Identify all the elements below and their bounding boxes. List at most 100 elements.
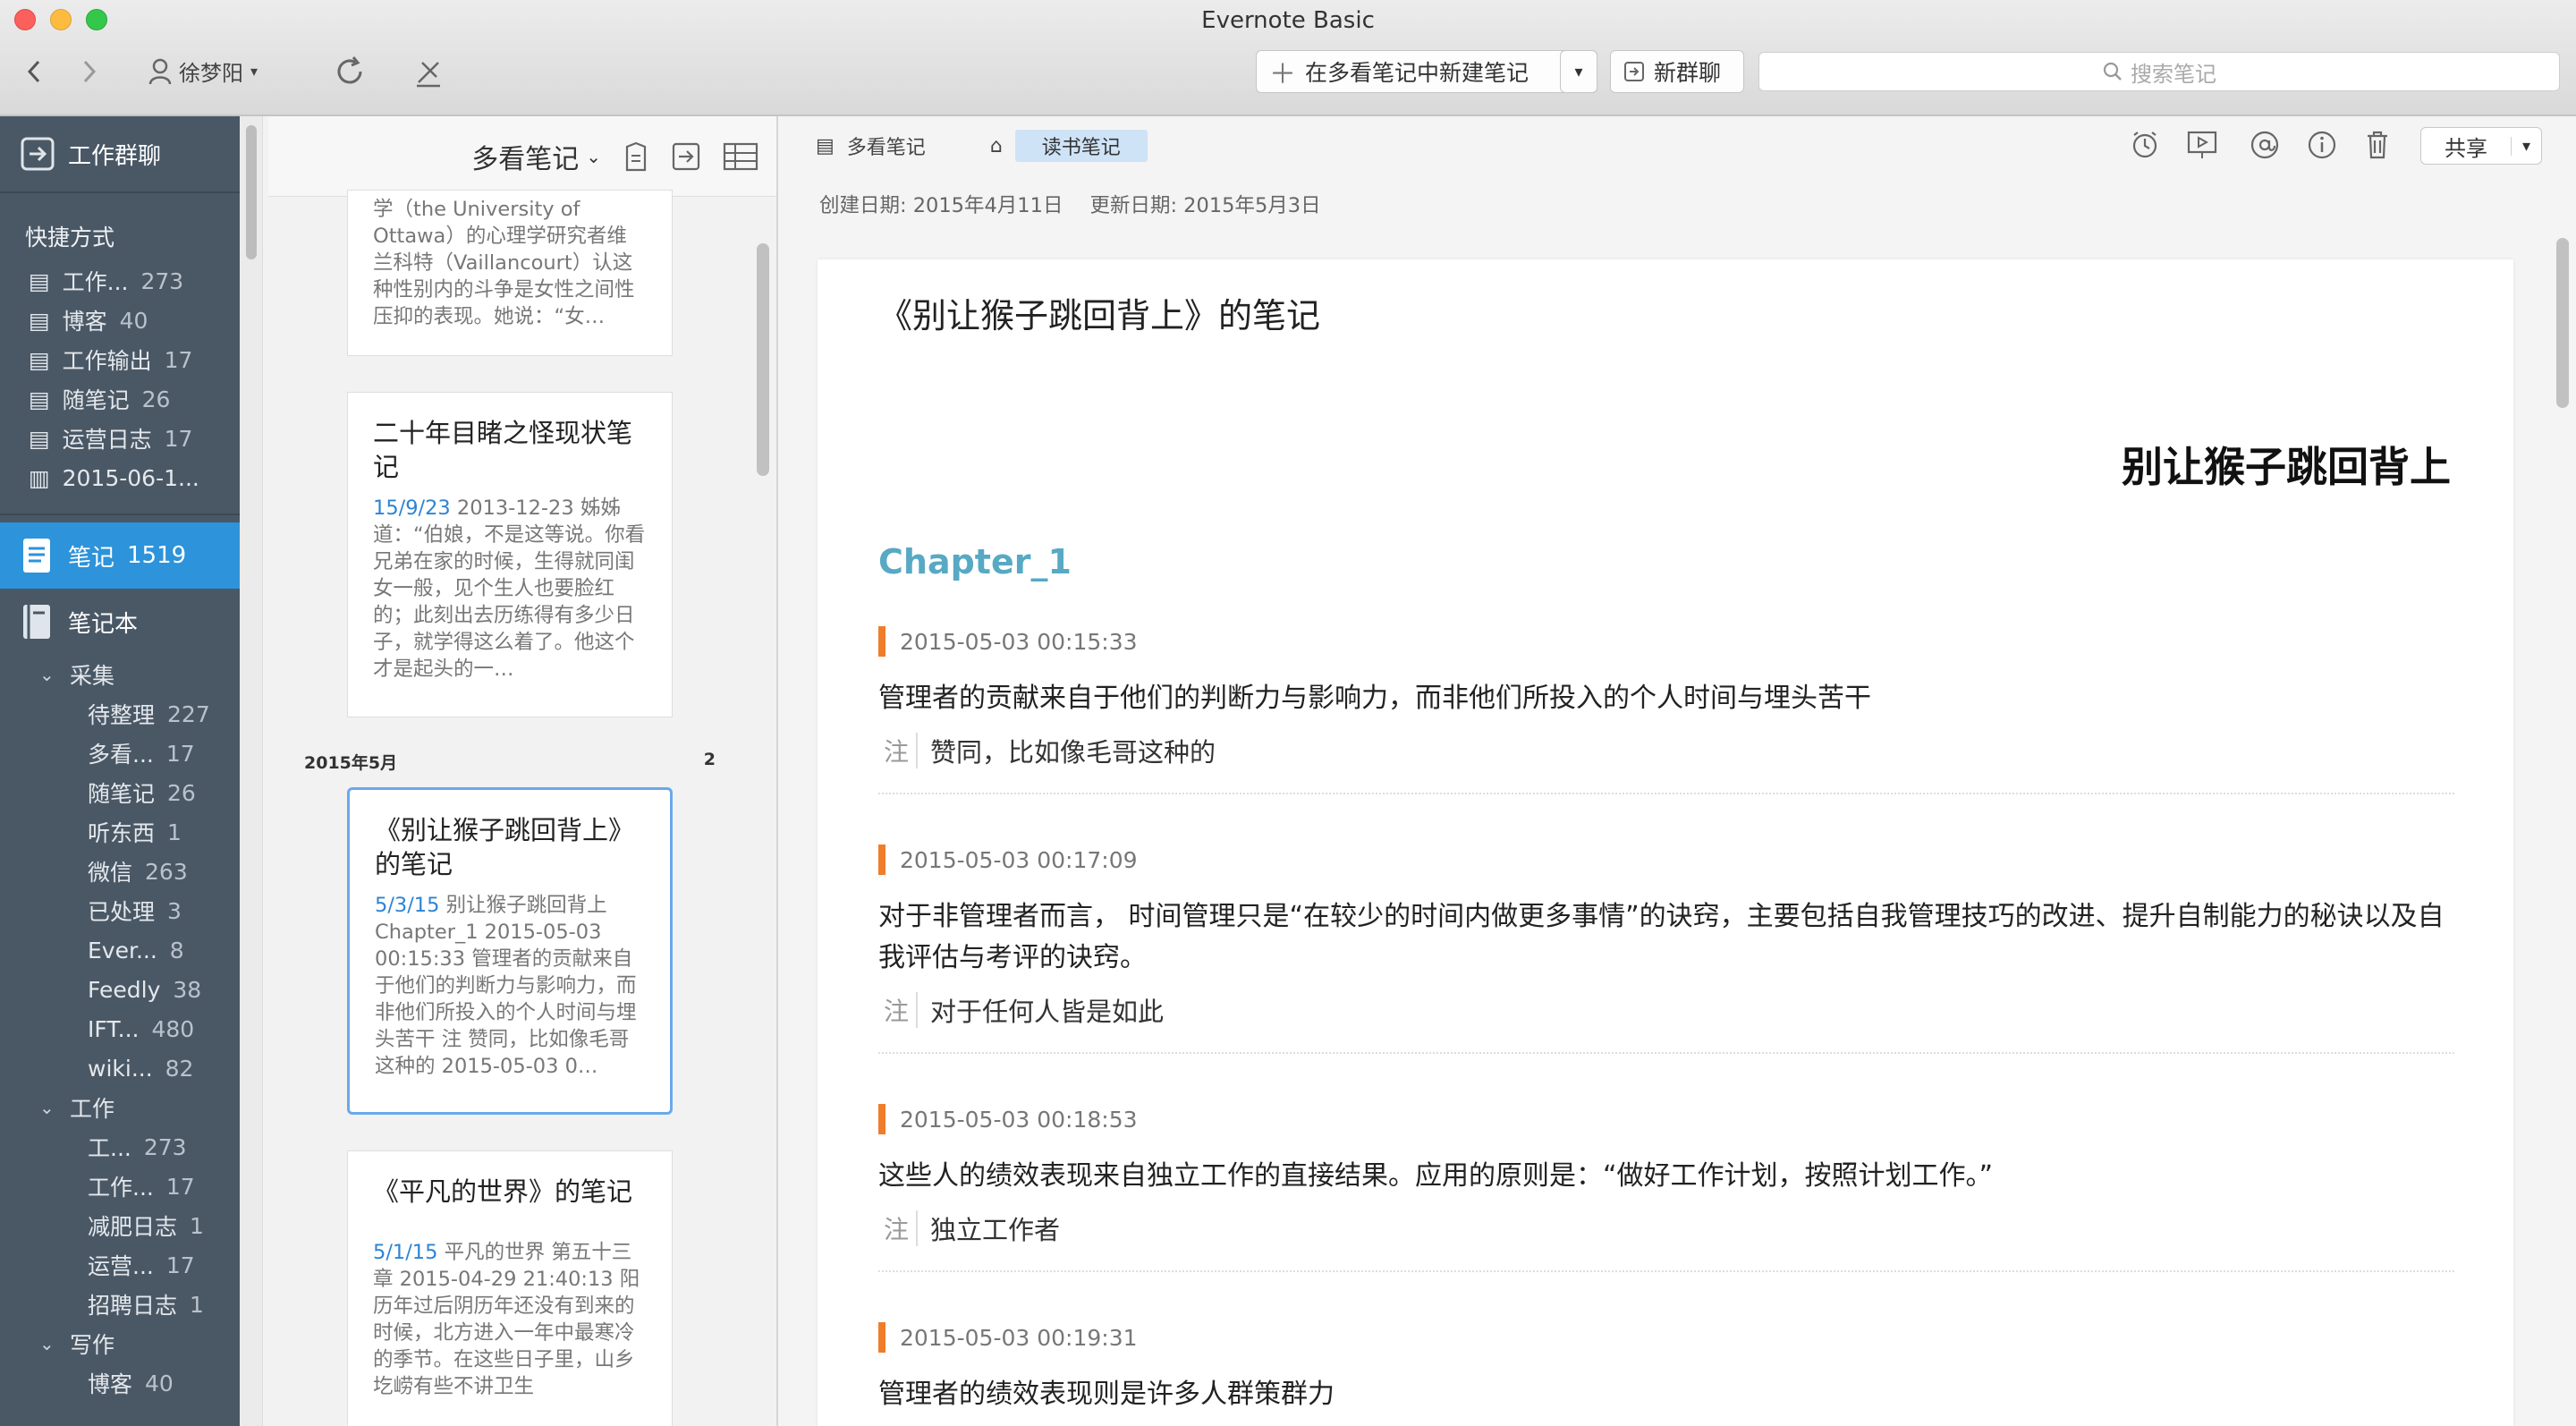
book-title: 别让猴子跳回背上 <box>2122 443 2451 491</box>
notebook-stack-work[interactable]: ⌄ 工作 <box>0 1088 240 1127</box>
notebook-icon: ▤ <box>29 267 50 294</box>
notebook-item[interactable]: 工... 273 <box>0 1127 240 1167</box>
sidebar-item-notes[interactable]: 笔记 1519 <box>0 522 240 589</box>
sync-icon[interactable] <box>331 54 369 89</box>
note-card[interactable]: 二十年目睹之怪现状笔记 15/9/23 2013-12-23 姊姊道：“伯娘，不… <box>347 392 673 717</box>
highlight-marker <box>878 1104 886 1134</box>
shortcut-count: 273 <box>140 267 184 294</box>
trash-icon[interactable] <box>2360 127 2395 163</box>
search-icon <box>2103 62 2122 81</box>
note-scrollbar-thumb[interactable] <box>2556 238 2569 408</box>
presentation-icon[interactable] <box>2184 127 2220 163</box>
new-chat-button[interactable]: 新群聊 <box>1610 50 1744 93</box>
note-card[interactable]: 《平凡的世界》的笔记 5/1/15 平凡的世界 第五十三章 2015-04-29… <box>347 1150 673 1426</box>
highlight-entry: 2015-05-03 00:15:33 管理者的贡献来自于他们的判断力与影响力，… <box>878 626 2454 794</box>
note-card-text: 学（the University of Ottawa）的心理学研究者维兰科特（V… <box>373 198 635 328</box>
highlight-marker <box>878 626 886 657</box>
shortcut-item[interactable]: ▤ 工作... 273 <box>0 261 240 301</box>
notebook-item[interactable]: 多看... 17 <box>0 734 240 773</box>
notebook-label: 博客 <box>88 1371 133 1397</box>
notebook-item[interactable]: 待整理 227 <box>0 694 240 734</box>
info-icon[interactable] <box>2304 127 2340 163</box>
notebook-item[interactable]: IFT... 480 <box>0 1009 240 1048</box>
title-bar: Evernote Basic 徐梦阳 ▾ ＋ 在多看笔记中新建笔记 ▾ 新群聊 … <box>0 0 2576 116</box>
note-list-scrollbar-thumb[interactable] <box>757 243 769 476</box>
notebook-item[interactable]: Ever... 8 <box>0 930 240 970</box>
note-dates: 创建日期: 2015年4月11日 更新日期: 2015年5月3日 <box>819 190 1321 218</box>
created-date: 创建日期: 2015年4月11日 <box>819 194 1063 217</box>
share-notebook-icon[interactable] <box>671 141 701 172</box>
month-divider: 2015年5月 2 <box>304 750 716 774</box>
notebook-item[interactable]: wiki... 82 <box>0 1048 240 1088</box>
forward-icon[interactable] <box>73 54 106 89</box>
shortcut-item[interactable]: ▤ 随笔记 26 <box>0 379 240 419</box>
shortcut-label: 运营日志 <box>62 427 152 453</box>
notebook-icon: ▤ <box>816 134 835 157</box>
notebook-item[interactable]: 运营... 17 <box>0 1245 240 1285</box>
note-card-title: 《平凡的世界》的笔记 <box>373 1176 633 1207</box>
sidebar-scrollbar[interactable] <box>240 116 263 1426</box>
notebook-item[interactable]: 听东西 1 <box>0 812 240 852</box>
notebook-item[interactable]: 已处理 3 <box>0 891 240 930</box>
notebook-selector[interactable]: 多看笔记 ⌄ <box>471 137 601 176</box>
notebook-item[interactable]: 招聘日志 1 <box>0 1285 240 1324</box>
mention-icon[interactable] <box>2247 127 2283 163</box>
account-menu[interactable]: 徐梦阳 ▾ <box>148 55 258 87</box>
sidebar: 工作群聊 快捷方式 ▤ 工作... 273 ▤ 博客 40 ▤ 工作输出 17 ▤ 随笔记 26… <box>0 116 240 1426</box>
window-title: Evernote Basic <box>1201 7 1375 34</box>
notebook-item[interactable]: 减肥日志 1 <box>0 1206 240 1245</box>
scrollbar-thumb[interactable] <box>246 125 257 259</box>
divider <box>878 1052 2454 1054</box>
sidebar-item-notebooks[interactable]: 笔记本 <box>0 589 240 655</box>
notebook-count: 480 <box>151 1015 195 1042</box>
notebook-label: Ever... <box>88 937 157 963</box>
chevron-down-icon: ⌄ <box>39 1333 55 1354</box>
notebook-stack-writing[interactable]: ⌄ 写作 <box>0 1324 240 1363</box>
note-tag[interactable]: 读书笔记 <box>1014 130 1148 162</box>
shortcut-item[interactable]: ▤ 博客 40 <box>0 301 240 340</box>
notebook-stack-collect[interactable]: ⌄ 采集 <box>0 655 240 694</box>
note-card-snippet: 5/1/15 平凡的世界 第五十三章 2015-04-29 21:40:13 阳… <box>373 1239 647 1400</box>
work-chat-item[interactable]: 工作群聊 <box>0 116 240 191</box>
month-label: 2015年5月 <box>304 753 398 773</box>
new-note-button[interactable]: ＋ 在多看笔记中新建笔记 <box>1256 50 1597 93</box>
reminder-icon[interactable] <box>2127 127 2163 163</box>
shortcut-item[interactable]: ▥ 2015-06-1... <box>0 458 240 497</box>
share-button[interactable]: 共享 ▾ <box>2420 127 2542 165</box>
note-title[interactable]: 《别让猴子跳回背上》的笔记 <box>878 288 1320 337</box>
notebook-item[interactable]: 随笔记 26 <box>0 773 240 812</box>
notebook-icon: ▤ <box>29 346 50 373</box>
entry-note: 赞同，比如像毛哥这种的 <box>930 737 1216 768</box>
notebook-item[interactable]: 工作... 17 <box>0 1167 240 1206</box>
notebook-count: 227 <box>167 700 210 727</box>
chapter-heading: Chapter_1 <box>878 542 1072 581</box>
notebook-item[interactable]: 博客 40 <box>0 1363 240 1403</box>
chevron-down-icon[interactable]: ▾ <box>2511 136 2541 156</box>
view-options-icon[interactable] <box>723 142 758 171</box>
notebook-count: 8 <box>169 937 184 963</box>
tag-icon[interactable]: ⌂ <box>990 135 1003 157</box>
notebook-item[interactable]: 微信 263 <box>0 852 240 891</box>
share-label: 共享 <box>2445 135 2487 161</box>
notebook-icon: ▤ <box>29 386 50 412</box>
notebook-item[interactable]: Feedly 38 <box>0 970 240 1009</box>
shortcut-label: 2015-06-1... <box>62 464 199 491</box>
shortcut-item[interactable]: ▤ 运营日志 17 <box>0 419 240 458</box>
back-icon[interactable] <box>18 54 50 89</box>
search-input[interactable]: 搜索笔记 <box>1758 52 2560 91</box>
divider <box>878 1270 2454 1272</box>
note-notebook-link[interactable]: 多看笔记 <box>847 132 926 160</box>
notebook-info-icon[interactable] <box>623 141 649 172</box>
notebook-label: 微信 <box>88 860 133 886</box>
notes-label: 笔记 <box>68 544 115 572</box>
note-card-selected[interactable]: 《别让猴子跳回背上》的笔记 5/3/15 别让猴子跳回背上 Chapter_1 … <box>347 787 673 1115</box>
note-card[interactable]: 学（the University of Ottawa）的心理学研究者维兰科特（V… <box>347 190 673 356</box>
user-name: 徐梦阳 <box>179 61 243 86</box>
new-note-dropdown-button[interactable]: ▾ <box>1560 50 1597 93</box>
chat-icon <box>1624 62 1644 81</box>
activity-icon[interactable] <box>410 54 447 89</box>
search-placeholder: 搜索笔记 <box>2131 61 2216 87</box>
highlight-entry: 2015-05-03 00:18:53 这些人的绩效表现来自独立工作的直接结果。… <box>878 1104 2454 1272</box>
notebook-label: 运营... <box>88 1253 154 1279</box>
shortcut-item[interactable]: ▤ 工作输出 17 <box>0 340 240 379</box>
